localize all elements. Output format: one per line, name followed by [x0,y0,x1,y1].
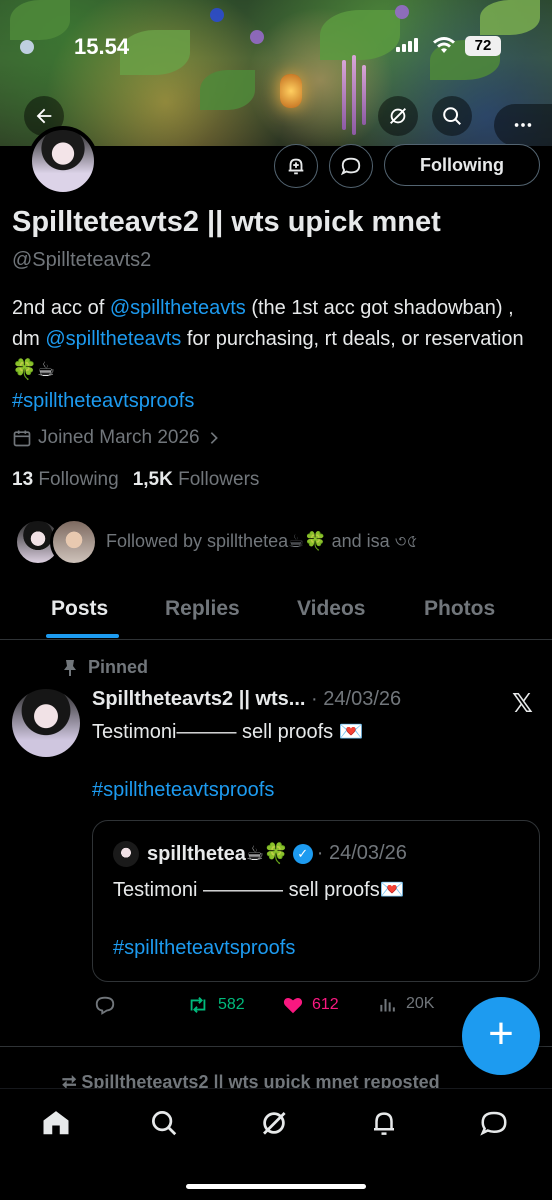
retweet-button[interactable]: 582 [186,994,245,1016]
profile-handle: @Spillteteavts2 [12,249,152,271]
post-actions: 582 612 20K [92,994,512,1022]
views-chart-icon [380,999,395,1012]
tab-photos[interactable]: Photos [424,597,495,621]
following-count: 13 [12,469,34,490]
display-name: Spillteteavts2 || wts upick mnet [12,206,441,238]
back-arrow-icon [36,108,52,124]
compose-post-button[interactable]: + [462,997,540,1075]
followed-by-row[interactable]: Followed by spillthetea☕🍀 and isa ৩৫ [14,518,418,566]
nav-notifications[interactable] [364,1103,404,1143]
bio-mention-link[interactable]: @spilltheteavts [110,297,246,319]
follow-counts: 13 Following 1,5K Followers [12,469,259,491]
followers-count-link[interactable]: 1,5K Followers [133,469,260,491]
quoted-post-date: · 24/03/26 [316,842,407,864]
quoted-hashtag-link[interactable]: #spilltheteavtsproofs [113,937,295,960]
following-label: Following [38,469,119,490]
bell-plus-icon [288,158,304,175]
bio-hashtag-link[interactable]: #spilltheteavtsproofs [12,390,194,412]
nav-explore[interactable] [144,1103,184,1143]
post-hashtag-link[interactable]: #spilltheteavtsproofs [92,779,274,802]
status-bar: 15.54 72 [0,30,552,62]
chevron-right-icon [210,432,218,444]
following-button[interactable]: Following [384,144,540,186]
search-button[interactable] [432,96,472,136]
following-count-link[interactable]: 13 Following [12,469,119,491]
message-button[interactable] [329,144,373,188]
more-icon [514,123,532,127]
search-icon [443,107,461,125]
post-date[interactable]: · 24/03/26 [311,688,401,710]
plus-icon: + [488,1009,514,1058]
pinned-label: Pinned [88,657,149,677]
follower-avatar [50,518,98,566]
grok-button[interactable] [378,96,418,136]
bio-text: 2nd acc of [12,297,110,319]
profile-bio: 2nd acc of @spilltheteavts (the 1st acc … [12,293,542,417]
retweet-icon [190,997,206,1013]
tab-videos[interactable]: Videos [297,597,365,621]
more-button[interactable] [494,104,552,146]
grok-icon [263,1112,286,1135]
home-indicator [186,1184,366,1189]
quoted-post-text: Testimoni ———— sell proofs💌 [113,879,405,901]
post-author-name[interactable]: Spilltheteavts2 || wts... [92,688,305,710]
profile-tabs: Posts Replies Videos Photos [0,584,552,640]
post-author-avatar[interactable] [12,689,80,757]
verified-badge-icon: ✓ [292,843,313,864]
joined-date[interactable]: Joined March 2026 [12,427,222,449]
like-button[interactable]: 612 [282,994,339,1016]
post-text: Testimoni——— sell proofs 💌 [92,721,364,743]
bio-mention-link[interactable]: @spilltheteavts [45,328,181,350]
quoted-author-avatar [113,841,139,867]
like-count: 612 [312,996,339,1013]
message-icon [340,157,361,176]
calendar-icon [13,430,31,447]
battery-indicator: 72 [465,36,501,56]
home-icon [43,1111,69,1135]
status-time: 15.54 [74,34,130,59]
tab-replies[interactable]: Replies [165,597,240,621]
x-logo-icon: 𝕏 [512,688,533,718]
views-count: 20K [406,995,435,1012]
followed-by-text: Followed by spillthetea☕🍀 and isa ৩৫ [106,530,419,551]
active-tab-indicator [46,634,119,638]
search-icon [152,1111,177,1136]
reply-button[interactable] [94,994,116,1016]
post-header: Spilltheteavts2 || wts... · 24/03/26 [92,688,401,711]
heart-icon [283,997,303,1014]
quoted-post[interactable]: spillthetea☕🍀 ✓ · 24/03/26 Testimoni ———… [92,820,540,982]
views-button[interactable]: 20K [378,994,434,1014]
reply-icon [95,996,115,1015]
tab-posts[interactable]: Posts [51,597,108,621]
message-icon [480,1111,507,1136]
followers-count: 1,5K [132,469,173,490]
grok-icon [390,108,406,124]
cellular-signal-icon [396,38,418,52]
quoted-author-name: spillthetea☕🍀 [147,843,289,865]
pinned-indicator: Pinned [62,657,148,678]
pin-icon [64,659,76,676]
bell-icon [374,1112,394,1135]
notifications-subscribe-button[interactable] [274,144,318,188]
nav-grok[interactable] [254,1103,294,1143]
joined-label: Joined March 2026 [38,427,200,448]
profile-avatar[interactable] [28,126,98,196]
quoted-post-header: spillthetea☕🍀 ✓ · 24/03/26 [147,841,407,866]
nav-messages[interactable] [474,1103,514,1143]
followers-label: Followers [178,469,260,490]
nav-home[interactable] [36,1103,76,1143]
wifi-icon [433,37,455,53]
retweet-count: 582 [218,996,245,1013]
